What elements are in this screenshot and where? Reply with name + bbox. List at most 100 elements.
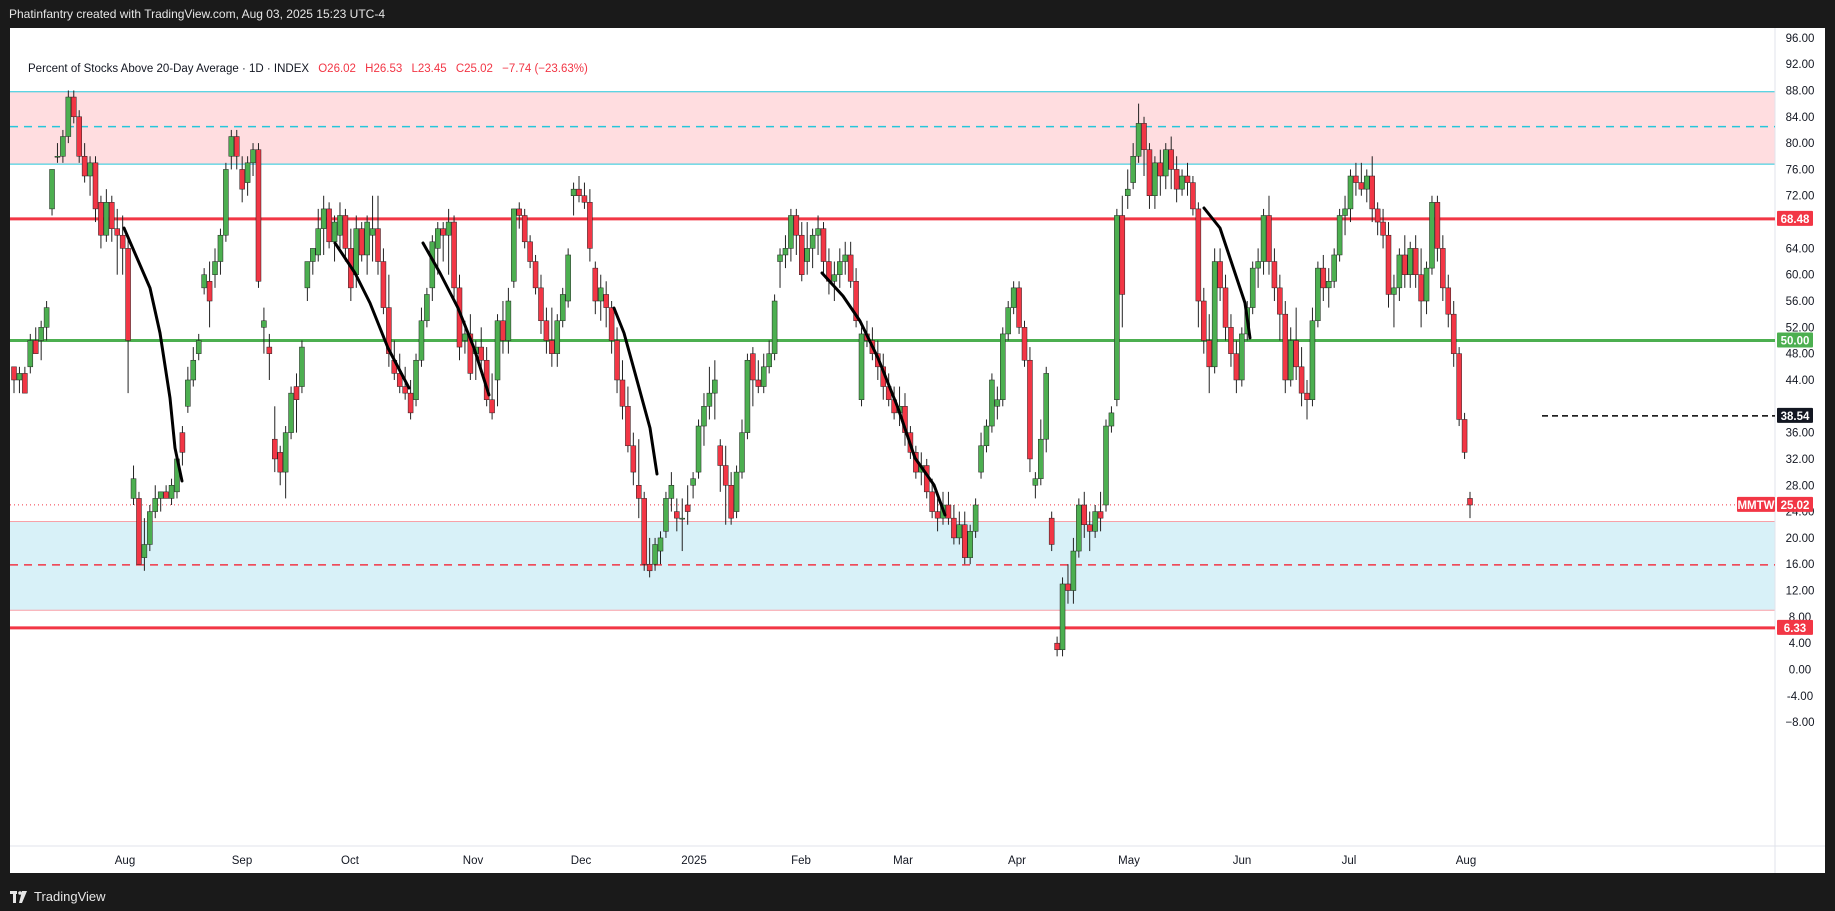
candle-body[interactable] [369, 228, 376, 236]
candle-body[interactable] [951, 517, 957, 539]
candle-body[interactable] [1380, 221, 1386, 236]
candle-body[interactable] [288, 392, 294, 433]
candle-body[interactable] [16, 373, 23, 381]
candle-body[interactable] [1168, 149, 1174, 170]
candle-body[interactable] [81, 156, 88, 177]
candle-body[interactable] [87, 162, 93, 177]
candle-body[interactable] [212, 261, 218, 275]
candle-body[interactable] [1092, 511, 1098, 532]
candle-body[interactable] [1016, 287, 1022, 328]
candle-body[interactable] [1124, 188, 1131, 196]
candle-body[interactable] [1450, 313, 1457, 354]
candle-body[interactable] [1434, 202, 1441, 249]
candle-body[interactable] [516, 208, 523, 216]
candle-body[interactable] [831, 274, 838, 282]
candle-body[interactable] [625, 406, 631, 447]
candle-body[interactable] [500, 320, 506, 341]
candle-body[interactable] [663, 498, 669, 532]
candle-body[interactable] [179, 432, 186, 453]
candle-body[interactable] [293, 386, 300, 400]
candle-body[interactable] [1141, 123, 1147, 150]
candle-body[interactable] [320, 208, 327, 229]
candle-body[interactable] [760, 366, 767, 387]
candle-body[interactable] [1010, 287, 1017, 308]
candle-body[interactable] [549, 340, 555, 354]
candle-body[interactable] [1396, 254, 1403, 289]
candle-body[interactable] [565, 254, 571, 302]
candle-body[interactable] [1173, 169, 1180, 190]
candle-body[interactable] [1043, 373, 1049, 440]
candle-body[interactable] [22, 373, 28, 394]
candle-body[interactable] [1467, 498, 1473, 506]
candle-body[interactable] [163, 491, 169, 499]
candle-body[interactable] [1271, 261, 1278, 289]
candle-body[interactable] [945, 504, 952, 519]
candle-body[interactable] [956, 524, 963, 539]
candle-body[interactable] [32, 340, 39, 354]
candle-body[interactable] [114, 228, 120, 236]
candle-body[interactable] [858, 333, 865, 400]
candle-body[interactable] [788, 215, 794, 249]
candle-body[interactable] [402, 386, 408, 394]
candle-body[interactable] [1249, 267, 1256, 308]
candle-body[interactable] [1320, 267, 1327, 289]
candle-body[interactable] [1342, 208, 1348, 216]
candle-body[interactable] [842, 254, 848, 262]
candle-body[interactable] [978, 445, 984, 473]
candle-body[interactable] [304, 261, 311, 289]
candle-body[interactable] [989, 379, 995, 427]
candle-body[interactable] [722, 465, 729, 486]
candle-body[interactable] [1260, 215, 1267, 262]
candle-body[interactable] [1228, 327, 1234, 354]
candle-body[interactable] [1211, 261, 1218, 368]
candle-body[interactable] [440, 228, 446, 236]
candle-body[interactable] [777, 254, 783, 262]
candle-body[interactable] [527, 241, 533, 262]
candle-body[interactable] [223, 169, 229, 236]
candle-body[interactable] [733, 471, 740, 512]
candle-body[interactable] [728, 485, 734, 519]
candle-body[interactable] [1048, 517, 1055, 545]
candle-body[interactable] [587, 202, 593, 249]
candle-body[interactable] [1070, 550, 1077, 591]
candle-body[interactable] [60, 136, 66, 157]
candle-body[interactable] [375, 228, 381, 262]
candle-body[interactable] [972, 504, 979, 532]
candle-body[interactable] [1407, 248, 1413, 275]
candle-body[interactable] [1287, 340, 1294, 381]
candle-body[interactable] [109, 202, 115, 229]
candle-body[interactable] [1146, 149, 1153, 196]
candle-body[interactable] [597, 287, 604, 302]
candle-body[interactable] [424, 294, 430, 322]
candle-body[interactable] [1217, 261, 1223, 289]
candle-body[interactable] [679, 517, 685, 520]
candle-body[interactable] [103, 202, 110, 236]
candle-body[interactable] [1298, 366, 1305, 394]
candle-body[interactable] [43, 307, 50, 328]
candle-body[interactable] [641, 498, 647, 565]
candle-body[interactable] [1304, 392, 1310, 400]
candle-body[interactable] [576, 188, 582, 196]
candle-body[interactable] [934, 511, 941, 519]
candle-body[interactable] [299, 346, 305, 387]
candle-body[interactable] [489, 399, 495, 414]
candle-body[interactable] [1233, 353, 1240, 381]
candle-body[interactable] [511, 208, 517, 282]
candle-body[interactable] [1418, 274, 1424, 302]
candle-body[interactable] [1440, 248, 1446, 289]
candle-body[interactable] [961, 524, 968, 558]
candle-body[interactable] [358, 228, 365, 256]
candle-body[interactable] [690, 478, 696, 486]
candle-body[interactable] [1325, 281, 1332, 289]
candle-body[interactable] [559, 294, 566, 322]
candle-body[interactable] [674, 511, 680, 519]
candle-body[interactable] [125, 248, 131, 341]
candle-body[interactable] [1255, 261, 1261, 269]
candle-body[interactable] [337, 215, 343, 236]
candle-body[interactable] [1135, 123, 1142, 157]
candle-body[interactable] [418, 320, 425, 361]
candle-body[interactable] [49, 169, 55, 210]
candle-body[interactable] [1130, 156, 1136, 183]
candle-body[interactable] [1277, 287, 1283, 315]
chart-panel[interactable]: 96.00 92.00 88.00 84.00 80.00 76.00 72.00 64.00… [10, 28, 1825, 873]
